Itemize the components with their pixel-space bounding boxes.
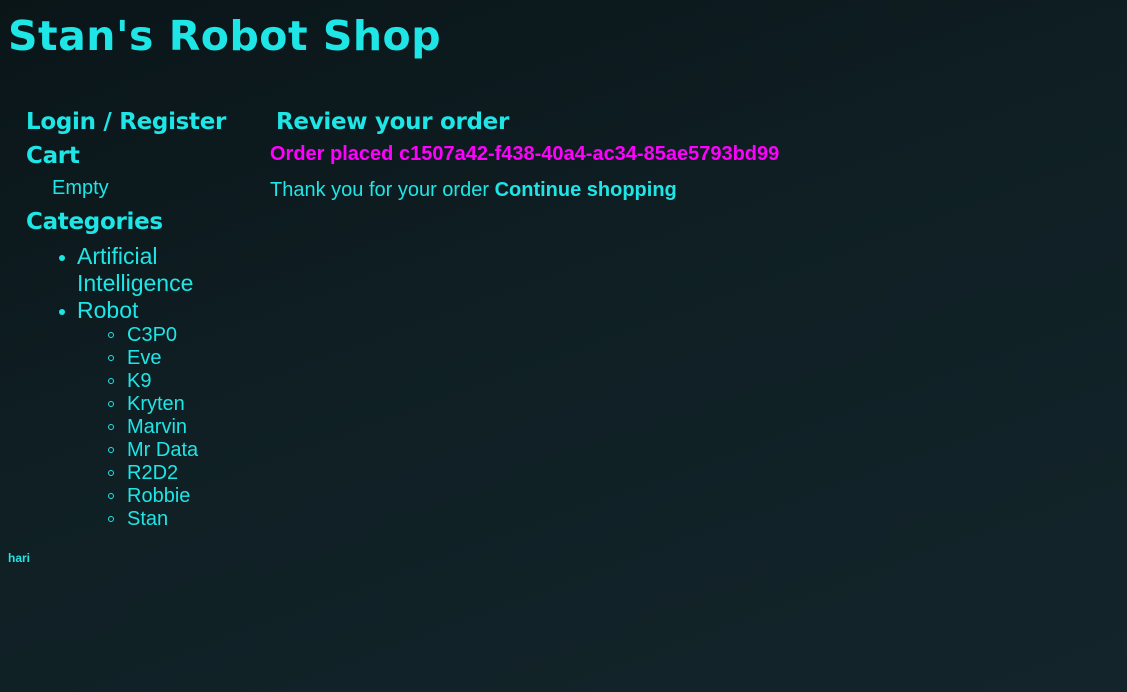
product-label: Kryten <box>127 393 185 415</box>
site-title: Stan's Robot Shop <box>8 12 442 60</box>
product-label: R2D2 <box>127 462 179 484</box>
circle-bullet-icon <box>108 516 114 522</box>
footer-username: hari <box>8 551 31 565</box>
categories-list: Artificial Intelligence Robot C3P0 Eve K… <box>26 243 256 531</box>
login-register-link[interactable]: Login / Register <box>26 105 256 139</box>
category-label[interactable]: Artificial Intelligence <box>77 243 217 297</box>
page-title: Review your order <box>276 109 510 135</box>
circle-bullet-icon <box>108 401 114 407</box>
circle-bullet-icon <box>108 378 114 384</box>
cart-status: Empty <box>52 177 109 199</box>
circle-bullet-icon <box>108 493 114 499</box>
product-label: Marvin <box>127 416 188 438</box>
thank-you-message: Thank you for your order Continue shoppi… <box>270 177 779 203</box>
product-link-marvin[interactable]: Marvin <box>108 416 256 439</box>
product-link-mr-data[interactable]: Mr Data <box>108 439 256 462</box>
product-link-robbie[interactable]: Robbie <box>108 485 256 508</box>
circle-bullet-icon <box>108 332 114 338</box>
main-content: Review your order Order placed c1507a42-… <box>270 105 779 203</box>
product-link-r2d2[interactable]: R2D2 <box>108 462 256 485</box>
product-label: Robbie <box>127 485 191 507</box>
product-label: Stan <box>127 508 169 530</box>
product-link-kryten[interactable]: Kryten <box>108 393 256 416</box>
circle-bullet-icon <box>108 424 114 430</box>
product-label: Mr Data <box>127 439 199 461</box>
product-label: K9 <box>127 370 152 392</box>
circle-bullet-icon <box>108 470 114 476</box>
category-robot: Robot C3P0 Eve K9 Kryten Marvin Mr Data … <box>59 297 256 531</box>
bullet-icon <box>59 309 65 315</box>
robot-product-list: C3P0 Eve K9 Kryten Marvin Mr Data R2D2 R… <box>77 324 256 531</box>
product-link-c3p0[interactable]: C3P0 <box>108 324 256 347</box>
category-artificial-intelligence: Artificial Intelligence <box>59 243 256 297</box>
thank-you-text: Thank you for your order <box>270 179 489 201</box>
product-link-eve[interactable]: Eve <box>108 347 256 370</box>
product-label: C3P0 <box>127 324 178 346</box>
cart-heading[interactable]: Cart <box>26 139 256 173</box>
categories-heading: Categories <box>26 209 163 235</box>
bullet-icon <box>59 255 65 261</box>
order-id: c1507a42-f438-40a4-ac34-85ae5793bd99 <box>398 143 780 165</box>
order-placed-label: Order placed <box>270 143 394 165</box>
product-link-stan[interactable]: Stan <box>108 508 256 531</box>
sidebar: Login / Register Cart Empty Categories A… <box>26 105 256 531</box>
category-label[interactable]: Robot <box>77 297 217 324</box>
continue-shopping-link[interactable]: Continue shopping <box>495 179 677 201</box>
circle-bullet-icon <box>108 355 114 361</box>
circle-bullet-icon <box>108 447 114 453</box>
product-label: Eve <box>127 347 162 369</box>
order-confirmation: Order placed c1507a42-f438-40a4-ac34-85a… <box>270 141 779 167</box>
product-link-k9[interactable]: K9 <box>108 370 256 393</box>
